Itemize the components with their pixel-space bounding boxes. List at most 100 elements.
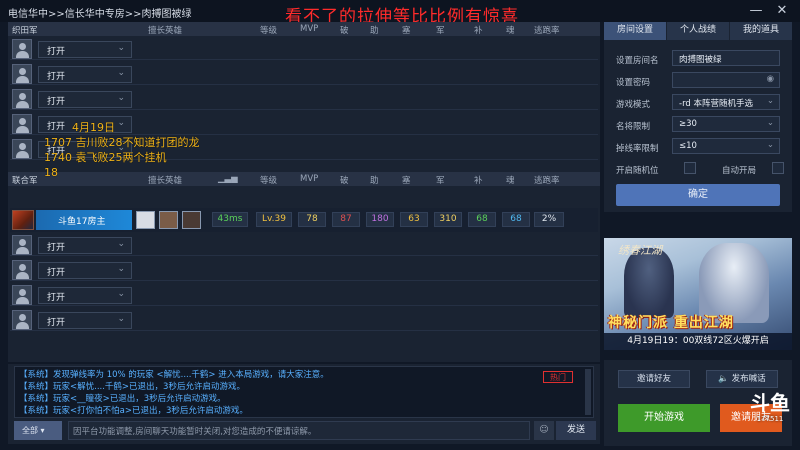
empty-avatar-icon (12, 260, 32, 280)
col-sai: 塞 (402, 176, 411, 186)
empty-avatar-icon (12, 64, 32, 84)
game-mode-select[interactable]: -rd 本阵营随机手选 ⌄ (672, 94, 780, 110)
room-name-row: 设置房间名 肉搏图被绿 (616, 50, 786, 68)
eye-icon[interactable]: ◉ (767, 74, 774, 84)
po-value: 87 (332, 212, 360, 227)
room-name-label: 设置房间名 (616, 56, 659, 66)
team-b-slot: 打开 ⌄ (10, 309, 598, 331)
drop-limit-label: 掉线率限制 (616, 144, 659, 154)
emoji-icon[interactable]: ☺ (534, 421, 554, 440)
team-b-slot: 打开 ⌄ (10, 234, 598, 256)
tab-my-items[interactable]: 我的道具 (730, 22, 792, 40)
col-jun: 军 (436, 26, 445, 36)
channel-select[interactable]: 全部 ▾ (14, 421, 62, 440)
chevron-down-icon: ⌄ (117, 68, 125, 78)
col-sai: 塞 (402, 26, 411, 36)
game-mode-row: 游戏模式 -rd 本阵营随机手选 ⌄ (616, 94, 786, 112)
slot-status-select[interactable]: 打开 ⌄ (38, 237, 132, 254)
slot-status-select[interactable]: 打开 ⌄ (38, 41, 132, 58)
team-a-slot: 打开 ⌄ (10, 38, 598, 60)
slot-status-select[interactable]: 打开 ⌄ (38, 287, 132, 304)
promo-banner[interactable]: 绣春江湖 神秘门派 重出江湖 4月19日19：00双线72区火爆开启 (604, 238, 792, 350)
game-mode-label: 游戏模式 (616, 100, 651, 110)
fame-limit-row: 名将限制 ≥30 ⌄ (616, 116, 786, 134)
confirm-button[interactable]: 确定 (616, 184, 780, 206)
chevron-down-icon: ⌄ (766, 96, 774, 106)
drop-limit-select[interactable]: ≤10 ⌄ (672, 138, 780, 154)
hero-portrait-icon (136, 211, 155, 229)
slot-status-select[interactable]: 打开 ⌄ (38, 262, 132, 279)
fame-limit-select[interactable]: ≥30 ⌄ (672, 116, 780, 132)
col-level: 等级 (260, 176, 278, 186)
toggles-row: 开启随机位 自动开局 (616, 160, 786, 178)
start-game-button[interactable]: 开始游戏 (618, 404, 710, 432)
random-slot-checkbox[interactable] (684, 162, 696, 174)
col-po: 破 (340, 176, 349, 186)
empty-avatar-icon (12, 139, 32, 159)
send-button[interactable]: 发送 (556, 421, 596, 440)
tab-room-settings[interactable]: 房间设置 (604, 22, 666, 40)
signal-icon: ▁▃▅ (218, 174, 238, 184)
drop-limit-row: 掉线率限制 ≤10 ⌄ (616, 138, 786, 156)
chevron-down-icon: ⌄ (117, 43, 125, 53)
slot-status-select[interactable]: 打开 ⌄ (38, 66, 132, 83)
title-bar: 电信华中>>信长华中专房>>肉搏图被绿 看不了的拉伸等比比例有惊喜 — ✕ (0, 0, 800, 27)
invite-friends-button[interactable]: 邀请好友 (618, 370, 690, 388)
col-zhu: 助 (370, 176, 379, 186)
player-row-host[interactable]: 斗鱼17房主 43ms Lv.39 78 87 180 63 310 68 68… (10, 208, 598, 232)
team-b-slot: 打开 ⌄ (10, 284, 598, 306)
chevron-down-icon: ⌄ (117, 93, 125, 103)
slot-status-select[interactable]: 打开 ⌄ (38, 91, 132, 108)
chevron-down-icon: ⌄ (117, 118, 125, 128)
chevron-down-icon: ⌄ (766, 140, 774, 150)
chevron-down-icon: ⌄ (766, 118, 774, 128)
close-icon[interactable]: ✕ (774, 3, 790, 19)
banner-character-art (699, 243, 769, 323)
team-a-slot: 打开 ⌄ (10, 63, 598, 85)
empty-avatar-icon (12, 89, 32, 109)
col-zhu: 助 (370, 26, 379, 36)
banner-logo: 绣春江湖 (618, 244, 662, 257)
chevron-down-icon: ⌄ (117, 314, 125, 324)
col-escape: 逃跑率 (534, 26, 560, 36)
team-a-slot: 打开 ⌄ (10, 88, 598, 110)
minimize-icon[interactable]: — (748, 3, 764, 19)
password-row: 设置密码 ◉ (616, 72, 786, 90)
chat-line: 【系统】发现弹线率为 10% 的玩家 <解忧....千鹤> 进入本局游戏，请大家… (19, 370, 329, 380)
auto-start-checkbox[interactable] (772, 162, 784, 174)
chevron-down-icon: ⌄ (117, 239, 125, 249)
fame-limit-value: ≥30 (679, 119, 697, 129)
chat-line: 【系统】玩家<__瞳夜>已退出，3秒后允许启动游戏。 (19, 394, 226, 404)
broadcast-button[interactable]: 🔈 发布喊话 (706, 370, 778, 388)
password-label: 设置密码 (616, 78, 651, 88)
chevron-down-icon: ⌄ (117, 289, 125, 299)
col-mvp: MVP (300, 174, 319, 184)
player-avatar (12, 210, 34, 230)
danmu-line: 4月19日 (72, 121, 115, 134)
douyu-watermark: 斗鱼 177511 (750, 392, 790, 438)
zhu-value: 180 (366, 212, 394, 227)
banner-character-art (624, 248, 674, 318)
slot-status-select[interactable]: 打开 ⌄ (38, 312, 132, 329)
team-a-name: 织田军 (12, 26, 38, 36)
col-level: 等级 (260, 26, 278, 36)
banner-title: 神秘门派 重出江湖 (608, 315, 734, 331)
password-input[interactable]: ◉ (672, 72, 780, 88)
tab-personal-record[interactable]: 个人战绩 (667, 22, 729, 40)
sai-value: 63 (400, 212, 428, 227)
mvp-value: 78 (298, 212, 326, 227)
random-slot-label: 开启随机位 (616, 166, 659, 176)
room-name-input[interactable]: 肉搏图被绿 (672, 50, 780, 66)
chat-scrollbar[interactable] (585, 369, 591, 415)
slot-status-label: 打开 (47, 293, 66, 303)
chevron-down-icon: ⌄ (117, 264, 125, 274)
empty-avatar-icon (12, 39, 32, 59)
chat-panel: 【系统】发现弹线率为 10% 的玩家 <解忧....千鹤> 进入本局游戏，请大家… (8, 364, 600, 444)
hot-tag-button[interactable]: 热门 (543, 371, 573, 383)
team-a-header: 织田军 擅长英雄 等级 MVP 破 助 塞 军 补 魂 逃跑率 (8, 22, 600, 36)
slot-status-label: 打开 (47, 318, 66, 328)
col-hun: 魂 (506, 176, 515, 186)
chat-input[interactable]: 因平台功能调整,房间聊天功能暂时关闭,对您造成的不便请谅解。 (68, 421, 530, 440)
broadcast-label: 发布喊话 (731, 374, 766, 384)
col-jun: 军 (436, 176, 445, 186)
